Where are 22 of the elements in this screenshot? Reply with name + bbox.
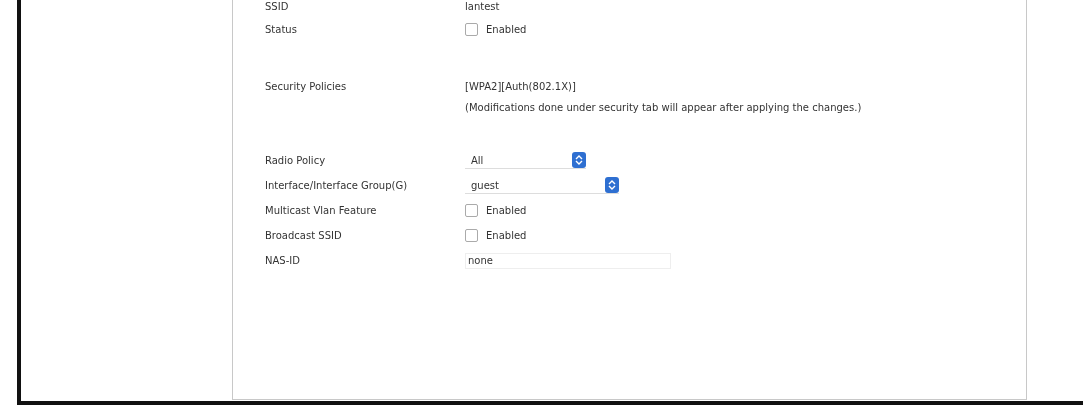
field-label: NAS-ID <box>265 255 301 266</box>
checkbox[interactable] <box>465 204 478 217</box>
dropdown-arrows-icon <box>605 177 619 193</box>
field-label: Multicast Vlan Feature <box>265 205 378 216</box>
security-policies-value: [WPA2][Auth(802.1X)] <box>465 80 576 92</box>
dropdown[interactable]: guest <box>465 177 619 194</box>
nas-id-input[interactable]: none <box>465 252 671 269</box>
checkbox-label: Enabled <box>486 205 527 216</box>
dropdown[interactable]: All <box>465 152 586 169</box>
checkbox-label: Enabled <box>486 23 527 35</box>
field-label: SSID <box>265 0 290 12</box>
field-label: Security Policies <box>265 80 348 92</box>
status-checkbox[interactable] <box>465 22 478 36</box>
dropdown-arrows-icon <box>572 152 586 168</box>
field-label: Radio Policy <box>265 155 327 166</box>
field-label: Status <box>265 23 298 35</box>
ssid-value: lantest <box>465 0 500 12</box>
field-label: Interface/Interface Group(G) <box>265 180 409 191</box>
checkbox-label: Enabled <box>486 230 527 241</box>
checkbox[interactable] <box>465 229 478 242</box>
field-label: Broadcast SSID <box>265 230 343 241</box>
note-text: (Modifications done under security tab will appear after applying the changes.) <box>465 101 862 113</box>
